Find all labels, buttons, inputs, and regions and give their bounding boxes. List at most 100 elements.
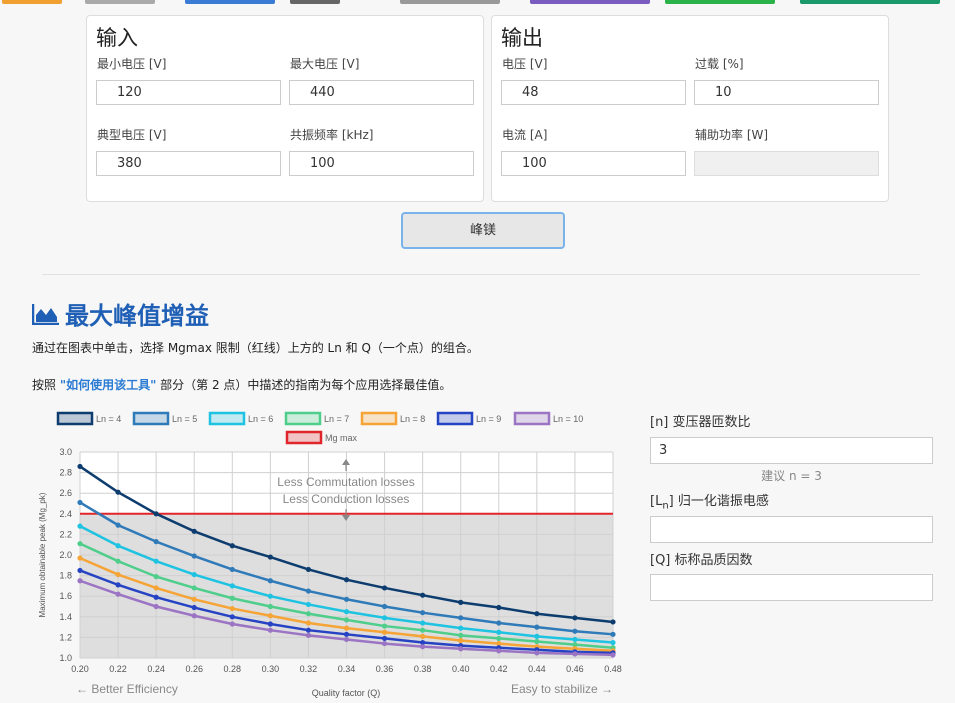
data-point[interactable] [77, 523, 83, 529]
data-point[interactable] [381, 640, 388, 647]
output-current-input[interactable]: 100 [501, 151, 686, 176]
data-point[interactable] [191, 528, 197, 534]
how-to-use-link[interactable]: "如何使用该工具" [60, 378, 157, 392]
data-point[interactable] [267, 627, 273, 633]
legend-label[interactable]: Ln = 8 [400, 414, 425, 424]
data-point[interactable] [267, 554, 273, 560]
data-point[interactable] [458, 632, 464, 638]
data-point[interactable] [115, 582, 121, 588]
data-point[interactable] [229, 583, 235, 589]
data-point[interactable] [496, 620, 502, 626]
data-point[interactable] [381, 623, 388, 629]
legend-swatch[interactable] [132, 411, 170, 426]
data-point[interactable] [115, 489, 121, 495]
data-point[interactable] [572, 628, 578, 634]
legend-swatch[interactable] [284, 411, 322, 426]
legend-label[interactable]: Ln = 4 [96, 414, 121, 424]
data-point[interactable] [229, 605, 235, 612]
data-point[interactable] [343, 631, 350, 637]
data-point[interactable] [343, 625, 350, 631]
data-point[interactable] [381, 615, 388, 621]
legend-swatch[interactable] [56, 411, 94, 426]
data-point[interactable] [496, 635, 502, 642]
data-point[interactable] [115, 543, 121, 549]
data-point[interactable] [420, 620, 426, 626]
data-point[interactable] [610, 639, 616, 646]
data-point[interactable] [267, 578, 273, 584]
legend-swatch[interactable] [436, 411, 474, 426]
data-point[interactable] [458, 637, 464, 644]
data-point[interactable] [534, 624, 540, 630]
typ-voltage-input[interactable]: 380 [96, 151, 281, 176]
data-point[interactable] [77, 567, 83, 574]
data-point[interactable] [191, 585, 197, 591]
data-point[interactable] [153, 574, 159, 580]
data-point[interactable] [610, 652, 616, 658]
data-point[interactable] [534, 633, 540, 639]
data-point[interactable] [572, 636, 578, 643]
data-point[interactable] [305, 611, 312, 617]
data-point[interactable] [496, 648, 502, 654]
data-point[interactable] [305, 601, 312, 608]
q-input[interactable] [650, 574, 933, 601]
resonant-freq-input[interactable]: 100 [289, 151, 474, 176]
data-point[interactable] [496, 629, 502, 635]
data-point[interactable] [229, 614, 235, 620]
data-point[interactable] [115, 558, 121, 564]
data-point[interactable] [420, 610, 426, 616]
data-point[interactable] [458, 599, 464, 605]
data-point[interactable] [458, 646, 464, 652]
overload-input[interactable]: 10 [694, 80, 879, 105]
data-point[interactable] [343, 609, 350, 615]
data-point[interactable] [381, 603, 388, 610]
data-point[interactable] [420, 633, 426, 639]
data-point[interactable] [534, 650, 540, 656]
data-point[interactable] [381, 635, 388, 642]
min-voltage-input[interactable]: 120 [96, 80, 281, 105]
data-point[interactable] [191, 553, 197, 559]
data-point[interactable] [229, 543, 235, 549]
data-point[interactable] [229, 595, 235, 601]
data-point[interactable] [191, 596, 197, 602]
data-point[interactable] [305, 588, 312, 594]
data-point[interactable] [191, 613, 197, 619]
output-voltage-input[interactable]: 48 [501, 80, 686, 105]
data-point[interactable] [610, 619, 616, 625]
data-point[interactable] [77, 463, 83, 470]
data-point[interactable] [77, 578, 83, 584]
data-point[interactable] [153, 585, 159, 591]
max-voltage-input[interactable]: 440 [289, 80, 474, 105]
data-point[interactable] [191, 571, 197, 578]
data-point[interactable] [381, 629, 388, 635]
turns-ratio-input[interactable]: 3 [650, 437, 933, 464]
data-point[interactable] [267, 603, 273, 610]
data-point[interactable] [267, 621, 273, 627]
data-point[interactable] [534, 611, 540, 617]
data-point[interactable] [267, 613, 273, 619]
data-point[interactable] [153, 539, 159, 545]
data-point[interactable] [305, 627, 312, 633]
data-point[interactable] [610, 631, 616, 637]
data-point[interactable] [534, 638, 540, 645]
legend-swatch[interactable] [360, 411, 398, 426]
data-point[interactable] [572, 615, 578, 621]
max-peak-gain-chart[interactable]: Ln = 4 Ln = 5 Ln = 6 Ln = 7 Ln = 8 Ln = 9 Ln =… [30, 403, 630, 703]
data-point[interactable] [458, 625, 464, 631]
legend-label-mgmax[interactable]: Mg max [325, 433, 358, 443]
legend-swatch-mgmax[interactable] [285, 430, 323, 445]
legend-label[interactable]: Ln = 6 [248, 414, 273, 424]
data-point[interactable] [77, 499, 83, 506]
data-point[interactable] [420, 627, 426, 633]
data-point[interactable] [153, 594, 159, 600]
data-point[interactable] [381, 585, 388, 591]
data-point[interactable] [343, 577, 350, 583]
legend-label[interactable]: Ln = 10 [553, 414, 583, 424]
data-point[interactable] [229, 621, 235, 627]
data-point[interactable] [77, 541, 83, 547]
data-point[interactable] [343, 617, 350, 623]
legend-swatch[interactable] [513, 411, 551, 426]
data-point[interactable] [343, 596, 350, 602]
data-point[interactable] [153, 558, 159, 564]
data-point[interactable] [115, 571, 121, 578]
data-point[interactable] [343, 636, 350, 643]
